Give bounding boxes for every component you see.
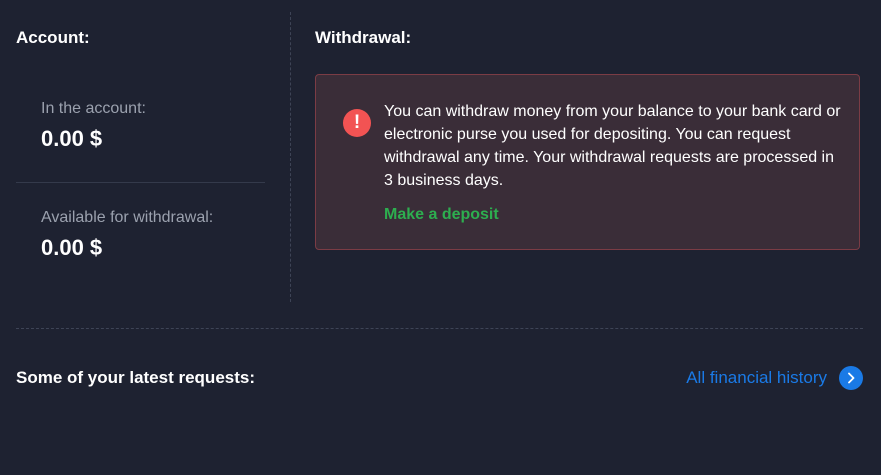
latest-requests-heading: Some of your latest requests: (16, 368, 256, 387)
available-balance: Available for withdrawal: 0.00 $ (41, 208, 265, 261)
in-account-balance: In the account: 0.00 $ (41, 99, 265, 152)
in-account-label: In the account: (41, 100, 146, 117)
column-divider (290, 12, 291, 302)
withdrawal-page: Account: In the account: 0.00 $ Availabl… (0, 0, 881, 475)
in-account-value: 0.00 $ (41, 126, 103, 151)
notice-text: You can withdraw money from your balance… (384, 103, 841, 189)
balance-divider (16, 182, 265, 183)
make-deposit-link[interactable]: Make a deposit (384, 205, 499, 225)
exclamation-circle-icon: ! (343, 109, 371, 137)
chevron-right-glyph (848, 372, 855, 384)
section-divider (16, 328, 863, 329)
withdrawal-heading: Withdrawal: (315, 28, 412, 47)
withdrawal-notice: ! You can withdraw money from your balan… (315, 74, 860, 250)
financial-history-link[interactable]: All financial history (686, 366, 863, 390)
account-panel: Account: In the account: 0.00 $ Availabl… (16, 0, 265, 300)
top-section: Account: In the account: 0.00 $ Availabl… (0, 0, 881, 328)
financial-history-label[interactable]: All financial history (686, 367, 827, 389)
available-value: 0.00 $ (41, 235, 103, 260)
chevron-right-icon[interactable] (839, 366, 863, 390)
account-heading: Account: (16, 28, 90, 47)
available-label: Available for withdrawal: (41, 209, 214, 226)
